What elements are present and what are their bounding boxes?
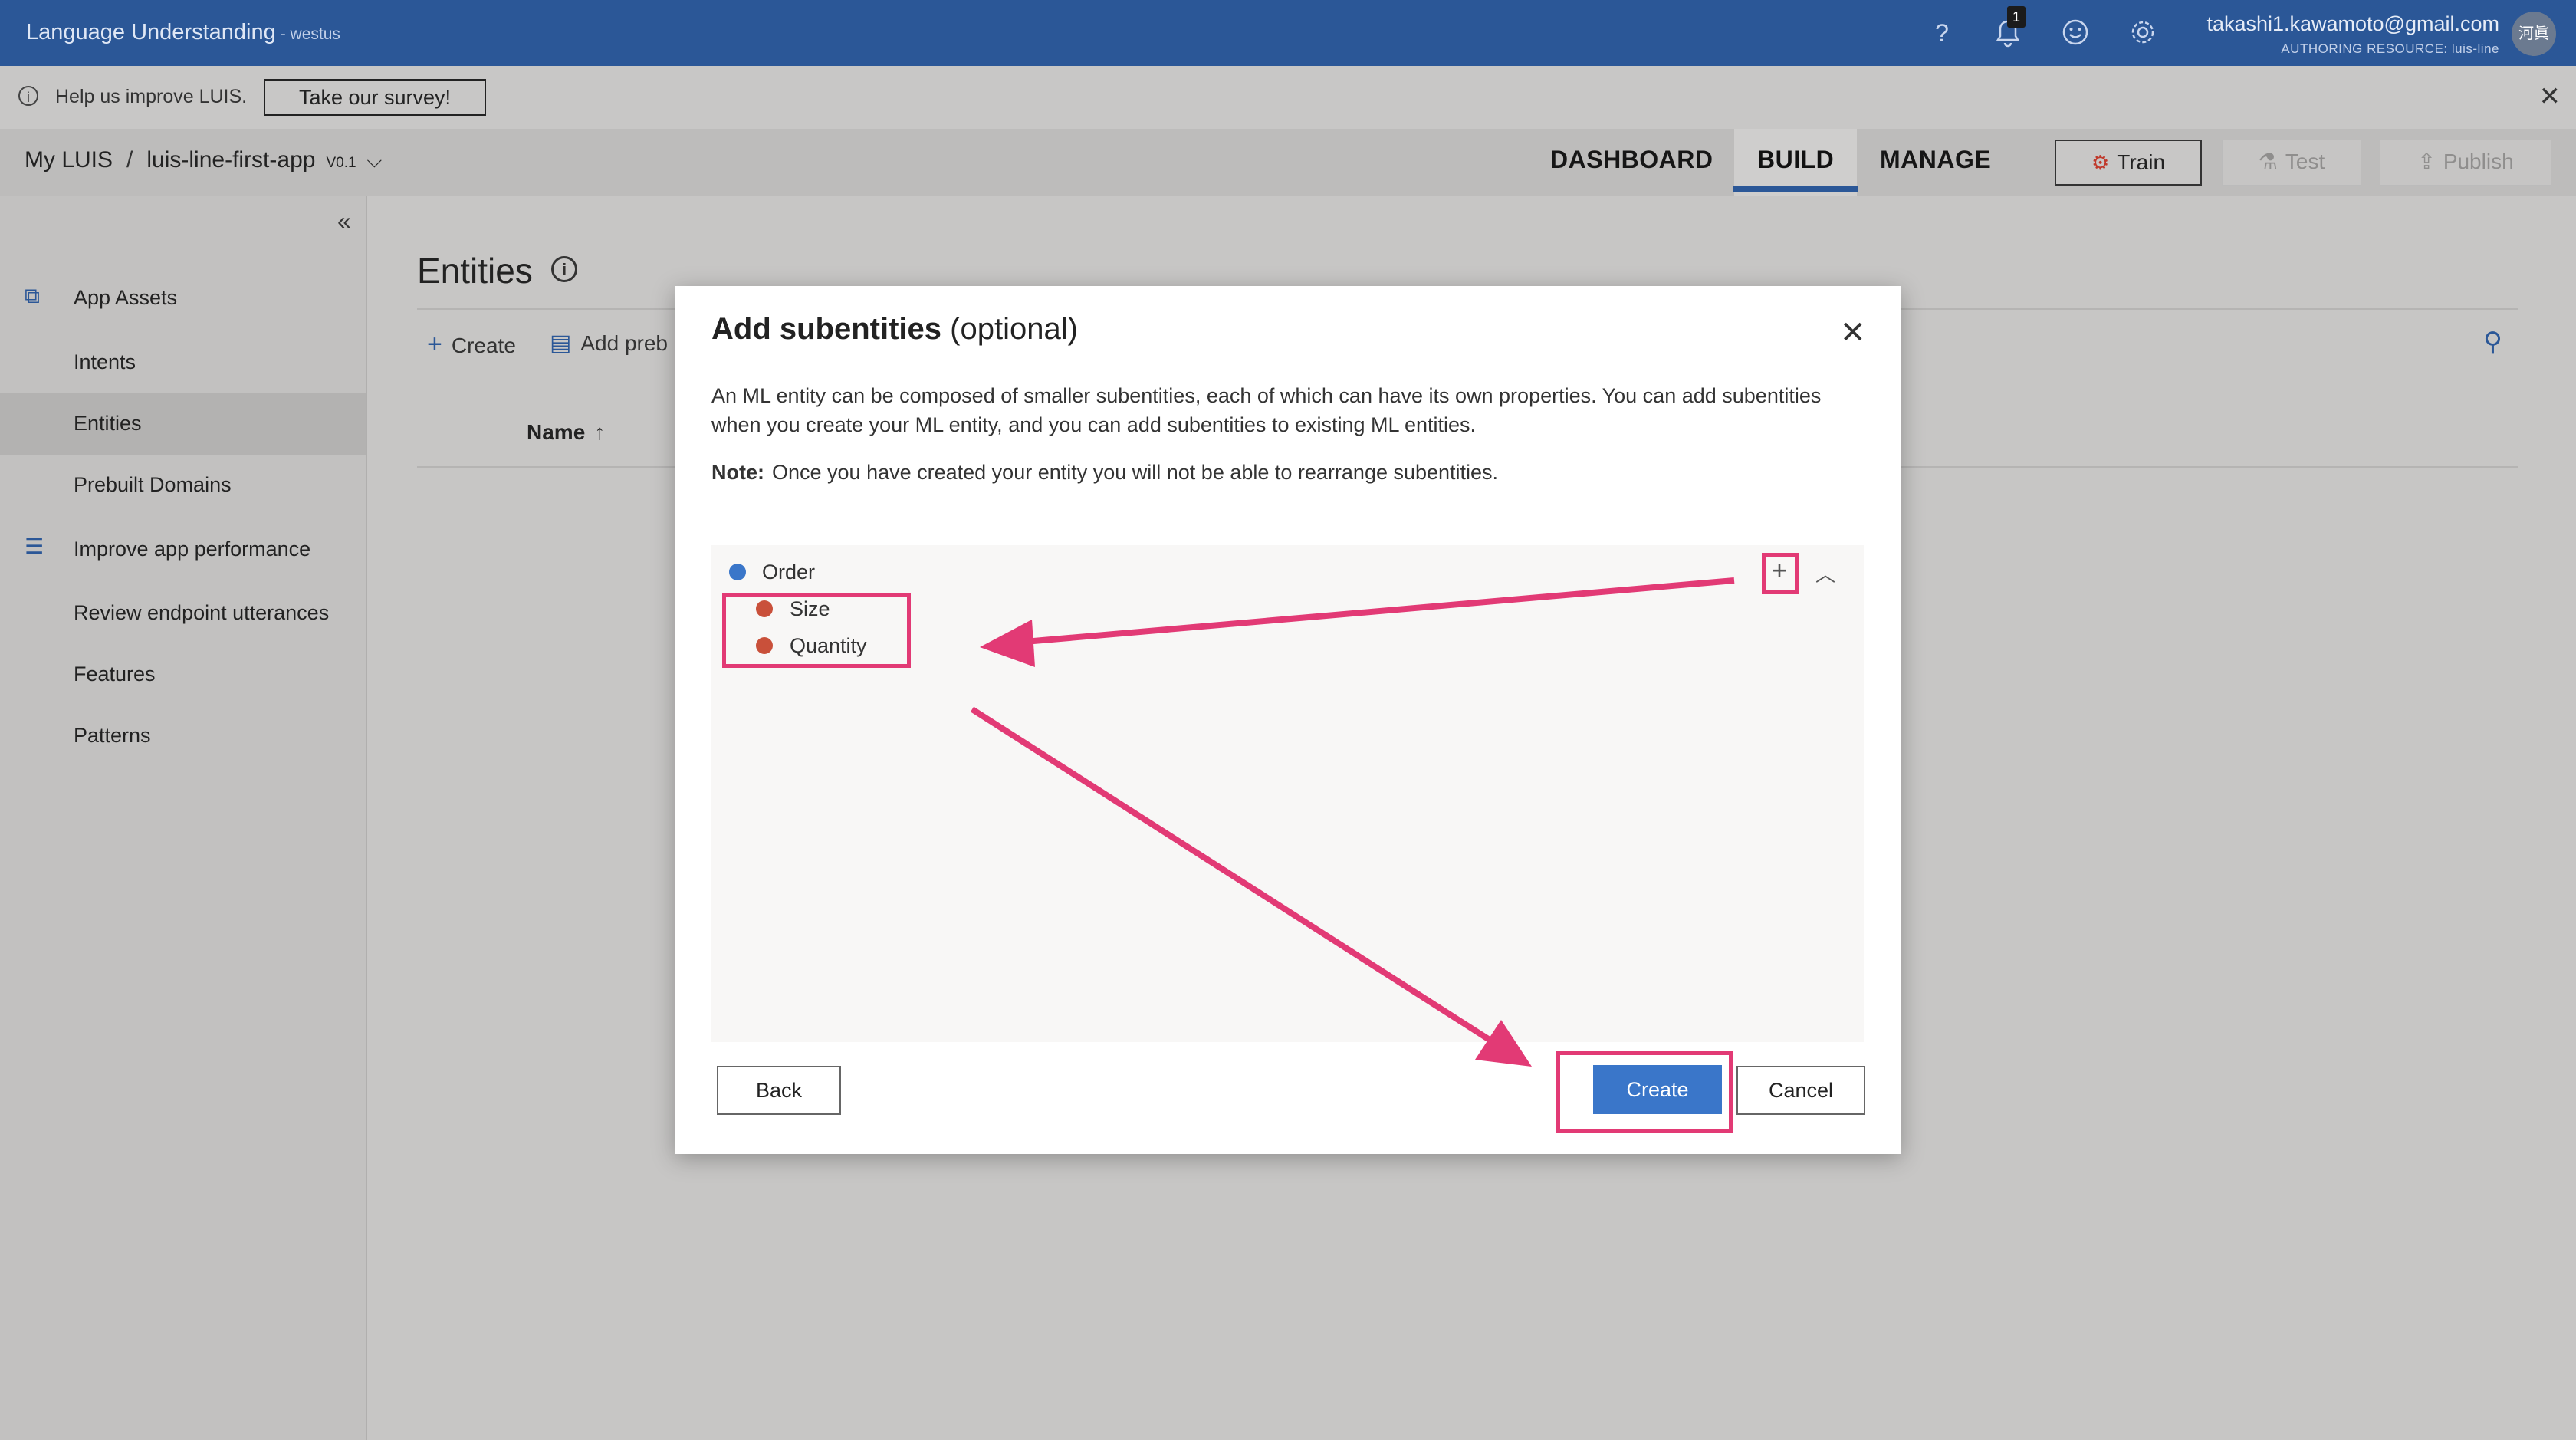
feedback-smiley-icon[interactable] (2061, 18, 2090, 48)
tab-build[interactable]: BUILD (1732, 146, 1859, 192)
chevron-down-icon[interactable]: ⌵ (367, 149, 383, 172)
app-brand[interactable]: Language Understanding - westus (26, 20, 340, 45)
user-email[interactable]: takashi1.kawamoto@gmail.com (2206, 12, 2499, 36)
sidebar: « ⧉ App Assets Intents Entities Prebuilt… (0, 196, 367, 1440)
note-label: Note: (711, 461, 764, 484)
dialog-title: Add subentities (optional) (711, 312, 1078, 347)
collapse-sidebar-icon[interactable]: « (337, 207, 351, 235)
gear-icon[interactable] (2128, 18, 2157, 48)
my-luis-link[interactable]: My LUIS (25, 147, 113, 173)
app-header: My LUIS / luis-line-first-app V0.1 ⌵ DASHBOA… (0, 129, 2576, 197)
column-name-label: Name (527, 420, 586, 444)
region-label: - westus (280, 25, 340, 43)
publish-label: Publish (2443, 150, 2514, 173)
sidebar-item-entities[interactable]: Entities (74, 412, 142, 436)
sidebar-item-features[interactable]: Features (74, 662, 156, 686)
app-brand-name: Language Understanding (26, 20, 276, 44)
test-label: Test (2285, 150, 2325, 173)
entity-dot-icon (729, 564, 746, 580)
notification-badge: 1 (2007, 6, 2026, 28)
back-button[interactable]: Back (717, 1066, 841, 1115)
sort-ascending-icon: ↑ (594, 420, 606, 444)
sidebar-selected-highlight (0, 393, 366, 455)
info-icon: i (18, 86, 38, 106)
sidebar-item-improve-app-performance[interactable]: Improve app performance (74, 538, 310, 561)
sidebar-item-app-assets[interactable]: App Assets (74, 286, 177, 310)
breadcrumb: My LUIS / luis-line-first-app V0.1 ⌵ (25, 147, 382, 173)
tree-root-order[interactable]: Order (762, 561, 815, 584)
plus-icon: + (427, 330, 442, 359)
sidebar-item-intents[interactable]: Intents (74, 350, 136, 374)
highlight-subentities (722, 593, 911, 668)
tab-manage[interactable]: MANAGE (1880, 146, 1991, 174)
publish-icon: ⇪ (2417, 150, 2436, 173)
create-label: Create (451, 334, 516, 357)
subentity-tree: Order Size Quantity + ︿ (711, 545, 1864, 1042)
highlight-plus-button (1762, 553, 1799, 594)
add-prebuilt-label: Add preb (580, 331, 668, 355)
train-label: Train (2117, 150, 2166, 174)
help-icon[interactable]: ? (1927, 18, 1957, 48)
train-button[interactable]: ⚙ Train (2055, 140, 2202, 186)
dialog-title-main: Add subentities (711, 312, 942, 346)
survey-bar: i Help us improve LUIS. Take our survey!… (0, 66, 2576, 129)
app-name-link[interactable]: luis-line-first-app (146, 147, 315, 173)
chevron-up-icon[interactable]: ︿ (1815, 559, 1835, 587)
close-icon[interactable]: ✕ (1840, 315, 1866, 350)
sidebar-item-patterns[interactable]: Patterns (74, 724, 151, 748)
test-button[interactable]: ⚗ Test (2222, 140, 2361, 186)
publish-button[interactable]: ⇪ Publish (2380, 140, 2551, 186)
tab-dashboard[interactable]: DASHBOARD (1550, 146, 1714, 174)
version-label: V0.1 (326, 155, 356, 171)
take-survey-button[interactable]: Take our survey! (264, 79, 486, 116)
top-bar: Language Understanding - westus ? 1 takas… (0, 0, 2576, 66)
note-text: Once you have created your entity you wi… (772, 461, 1499, 484)
create-button[interactable]: Create (1593, 1065, 1722, 1114)
add-prebuilt-button[interactable]: ▤ Add preb (550, 330, 668, 357)
authoring-resource: AUTHORING RESOURCE: luis-line (2281, 41, 2499, 56)
sidebar-item-review-endpoint-utterances[interactable]: Review endpoint utterances (74, 601, 329, 625)
add-subentities-dialog: Add subentities (optional) ✕ An ML entit… (675, 286, 1901, 1154)
sliders-icon: ☰ (25, 534, 44, 558)
breadcrumb-separator: / (127, 147, 133, 173)
search-icon[interactable]: ⚲ (2483, 327, 2502, 357)
dialog-note: Note: Once you have created your entity y… (711, 461, 1498, 485)
dialog-description: An ML entity can be composed of smaller … (711, 384, 1822, 436)
dialog-title-suffix: (optional) (950, 312, 1078, 346)
page-title: Entities (417, 251, 533, 291)
info-icon[interactable]: i (551, 256, 577, 282)
sidebar-item-prebuilt-domains[interactable]: Prebuilt Domains (74, 473, 232, 497)
flask-icon: ⚗ (2258, 150, 2278, 173)
prebuilt-icon: ▤ (550, 330, 572, 356)
gears-icon: ⚙ (2091, 151, 2110, 174)
close-icon[interactable]: ✕ (2539, 81, 2561, 112)
cancel-button[interactable]: Cancel (1737, 1066, 1865, 1115)
survey-message: Help us improve LUIS. (55, 86, 248, 107)
create-entity-button[interactable]: + Create (427, 330, 516, 360)
column-header-name[interactable]: Name ↑ (527, 420, 605, 445)
app-assets-icon: ⧉ (25, 284, 40, 307)
avatar[interactable]: 河眞 (2512, 12, 2556, 56)
